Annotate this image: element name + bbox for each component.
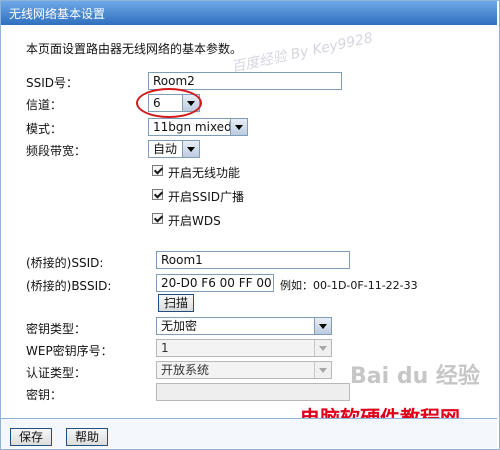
enable-wds-label: 开启WDS: [168, 214, 221, 228]
key-input: [156, 383, 350, 401]
chevron-down-icon[interactable]: [230, 119, 247, 135]
mode-select[interactable]: 11bgn mixed: [148, 118, 248, 136]
bandwidth-value: 自动: [153, 142, 178, 156]
channel-label: 信道：: [26, 98, 63, 112]
chevron-down-icon: [314, 340, 331, 356]
highlight-circle: [136, 88, 202, 118]
bridged-bssid-label: (桥接的)BSSID:: [26, 279, 112, 293]
wep-key-index-select: 1: [156, 339, 332, 357]
bridged-ssid-input[interactable]: Room1: [156, 251, 350, 269]
watermark-baidu: Bai du 经验: [350, 364, 480, 389]
key-type-label: 密钥类型：: [26, 322, 87, 336]
ssid-input[interactable]: Room2: [148, 72, 342, 90]
intro-text: 本页面设置路由器无线网络的基本参数。: [26, 42, 243, 56]
mode-value: 11bgn mixed: [153, 120, 232, 134]
chevron-down-icon[interactable]: [182, 141, 199, 157]
checkbox-checked-icon[interactable]: [152, 165, 163, 176]
window-title: 无线网络基本设置: [9, 7, 106, 21]
scan-button[interactable]: 扫描: [158, 294, 194, 312]
bandwidth-label: 频段带宽：: [26, 144, 87, 158]
wep-key-index-label: WEP密钥序号：: [26, 344, 113, 358]
ssid-label: SSID号：: [26, 76, 79, 90]
enable-wireless-label: 开启无线功能: [168, 166, 241, 180]
chevron-down-icon: [314, 362, 331, 378]
chevron-down-icon[interactable]: [314, 318, 331, 334]
checkbox-checked-icon[interactable]: [152, 189, 163, 200]
auth-type-label: 认证类型：: [26, 366, 87, 380]
key-type-select[interactable]: 无加密: [156, 317, 332, 335]
mode-label: 模式：: [26, 122, 63, 136]
bridged-ssid-label: (桥接的)SSID:: [26, 256, 104, 270]
wep-key-index-value: 1: [161, 341, 169, 355]
checkbox-checked-icon[interactable]: [152, 213, 163, 224]
enable-ssid-broadcast-label: 开启SSID广播: [168, 190, 245, 204]
title-bar: 无线网络基本设置: [1, 1, 497, 25]
auth-type-select: 开放系统: [156, 361, 332, 379]
bandwidth-select[interactable]: 自动: [148, 140, 200, 158]
save-button[interactable]: 保存: [10, 428, 52, 446]
auth-type-value: 开放系统: [161, 363, 210, 377]
key-label: 密钥：: [26, 388, 63, 402]
bssid-example: 例如：00-1D-0F-11-22-33: [280, 279, 418, 292]
key-type-value: 无加密: [161, 319, 198, 333]
help-button[interactable]: 帮助: [66, 428, 108, 446]
bridged-bssid-input[interactable]: 20-D0 F6 00 FF 00: [156, 274, 274, 292]
